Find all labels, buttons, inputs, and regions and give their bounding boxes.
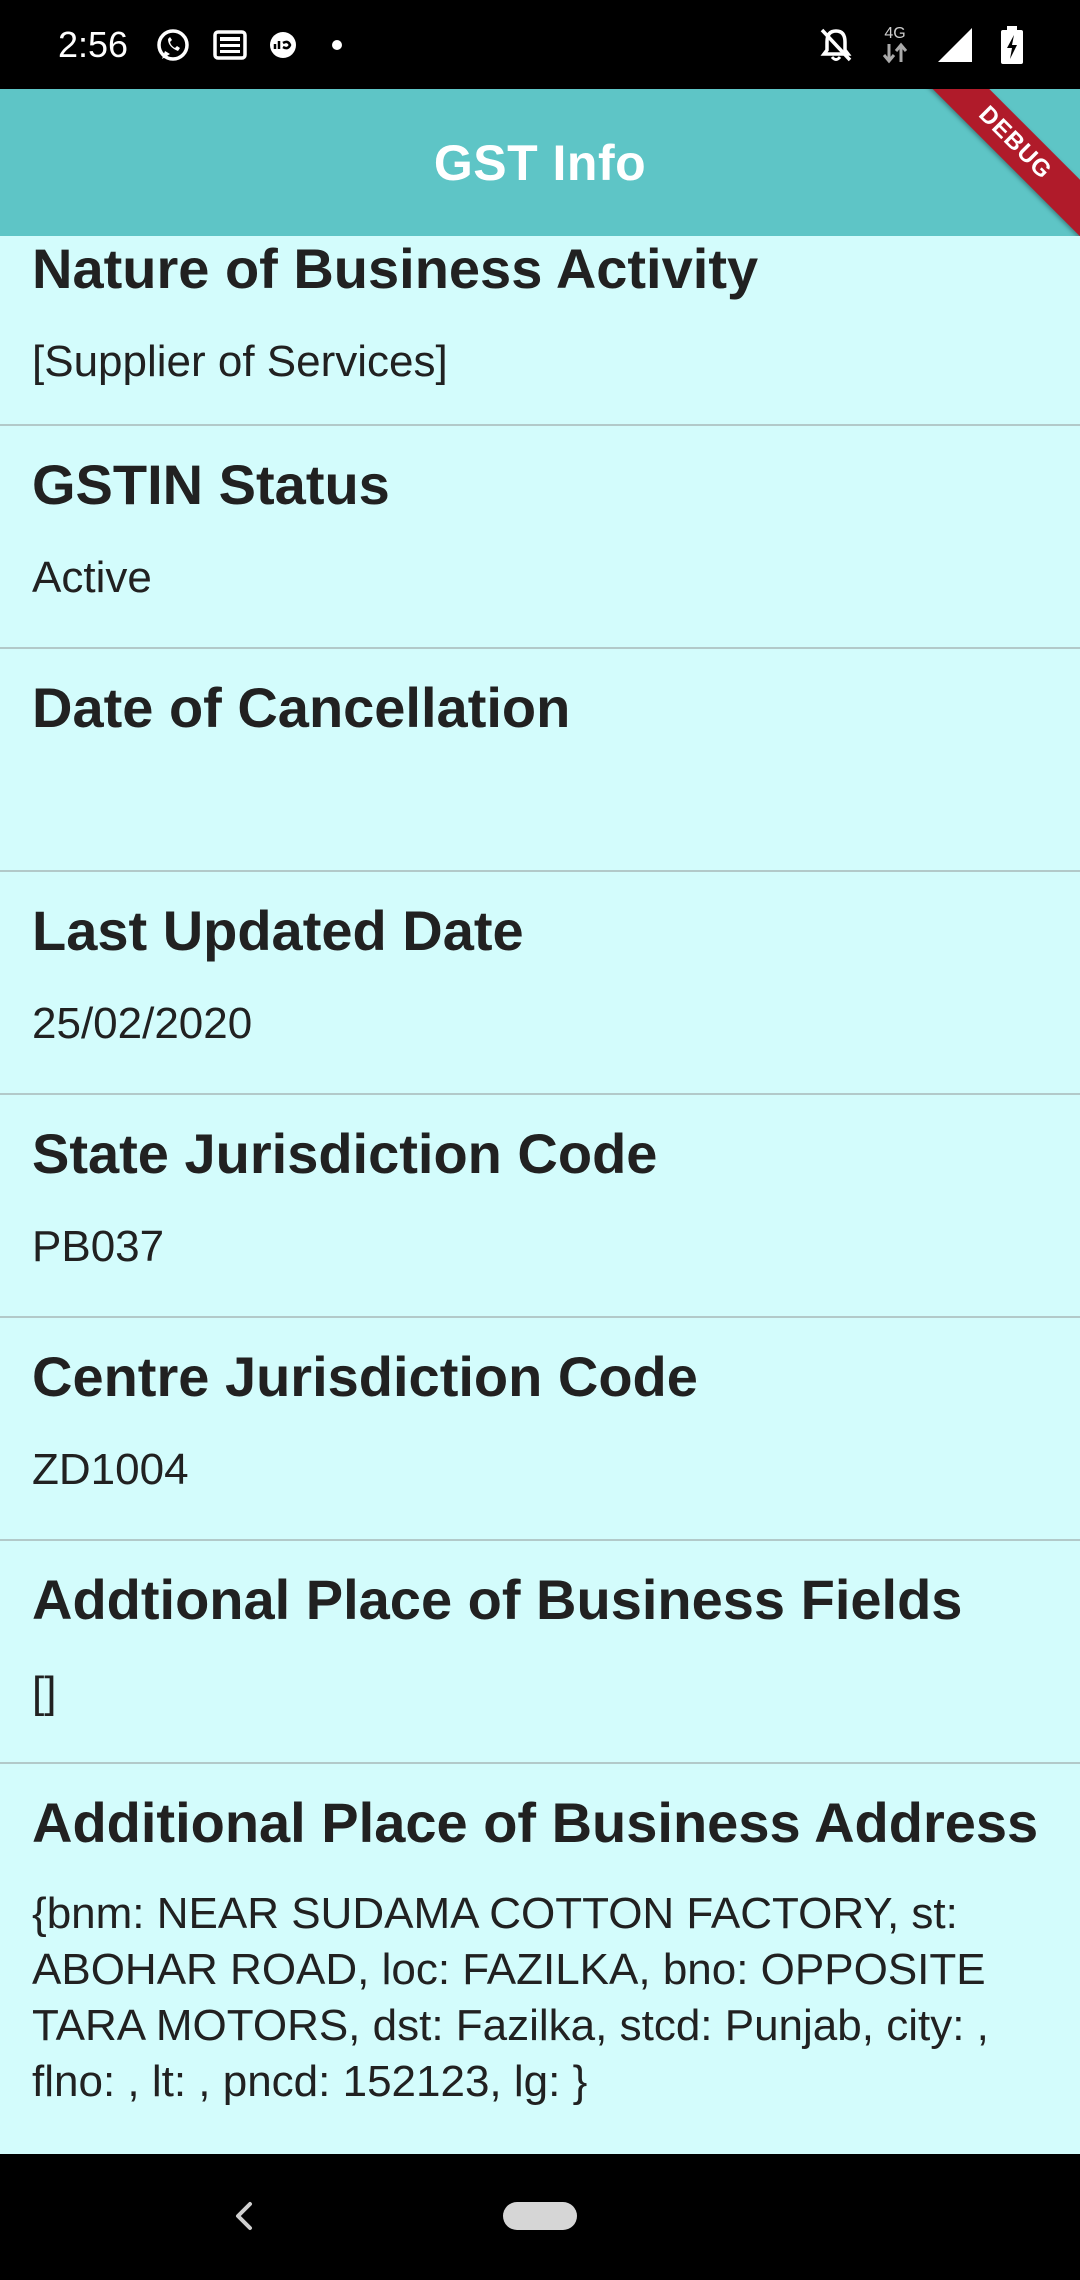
list-item-centre-jurisdiction-code: Centre Jurisdiction Code ZD1004 (0, 1318, 1080, 1541)
item-value: {bnm: NEAR SUDAMA COTTON FACTORY, st: AB… (32, 1889, 989, 2106)
list-item-nature-of-business: Nature of Business Activity [Supplier of… (0, 236, 1080, 426)
signal-icon (936, 26, 974, 64)
item-label: Centre Jurisdiction Code (32, 1345, 698, 1408)
info-list[interactable]: Nature of Business Activity [Supplier of… (0, 236, 1080, 2154)
item-label: Addtional Place of Business Fields (32, 1568, 963, 1631)
network-4g-icon: 4G (880, 24, 910, 64)
jio-icon (268, 30, 298, 60)
notifications-off-icon (818, 26, 854, 64)
list-item-last-updated-date: Last Updated Date 25/02/2020 (0, 872, 1080, 1095)
list-item-gstin-status: GSTIN Status Active (0, 426, 1080, 649)
item-label: Date of Cancellation (32, 676, 571, 739)
news-icon (212, 27, 248, 63)
page-title: GST Info (433, 134, 647, 191)
item-value: ZD1004 (32, 1445, 189, 1494)
status-bar: 2:56 4G (0, 0, 1080, 89)
item-value: Active (32, 553, 152, 602)
item-label: GSTIN Status (32, 453, 390, 516)
status-time: 2:56 (58, 23, 129, 65)
battery-charging-icon (1000, 25, 1024, 65)
status-left: 2:56 (58, 23, 343, 66)
debug-banner: DEBUG (905, 89, 1080, 236)
item-label: State Jurisdiction Code (32, 1122, 658, 1185)
whatsapp-icon (154, 26, 192, 64)
list-item-additional-place-fields: Addtional Place of Business Fields [] (0, 1541, 1080, 1764)
item-label: Additional Place of Business Address (32, 1791, 1039, 1854)
item-value: 25/02/2020 (32, 999, 253, 1048)
status-right: 4G (792, 25, 1024, 65)
item-label: Last Updated Date (32, 899, 524, 962)
item-label: Nature of Business Activity (32, 237, 759, 300)
app-bar: GST Info DEBUG (0, 89, 1080, 236)
item-value: [Supplier of Services] (32, 337, 448, 386)
item-value: PB037 (32, 1222, 165, 1271)
dot-icon (332, 39, 343, 50)
list-item-additional-place-address: Additional Place of Business Address {bn… (0, 1764, 1080, 2154)
network-label: 4G (884, 24, 906, 42)
list-item-state-jurisdiction-code: State Jurisdiction Code PB037 (0, 1095, 1080, 1318)
navigation-bar (0, 2154, 1080, 2280)
home-pill-icon[interactable] (503, 2202, 577, 2230)
back-icon[interactable] (226, 2198, 262, 2239)
list-item-date-of-cancellation: Date of Cancellation (0, 649, 1080, 872)
item-value: [] (32, 1668, 57, 1717)
